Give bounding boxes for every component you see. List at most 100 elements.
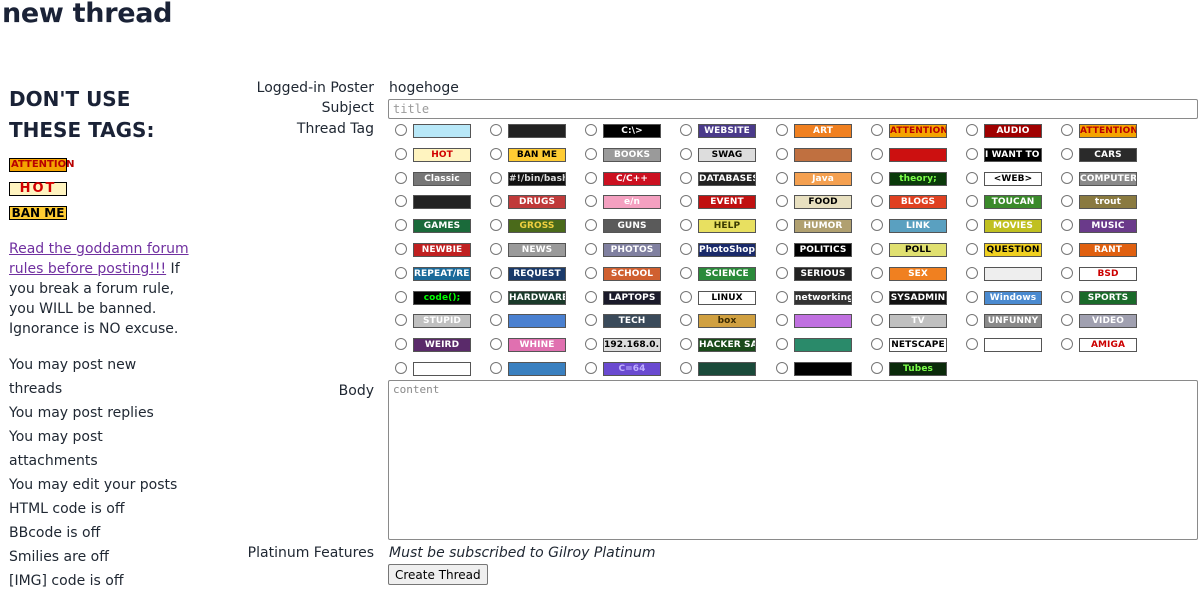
tag-radio[interactable] bbox=[584, 148, 597, 160]
thread-tag-option[interactable]: POLITICS bbox=[775, 242, 871, 258]
thread-tag-option[interactable]: SCIENCE bbox=[679, 266, 775, 282]
tag-radio[interactable] bbox=[489, 267, 502, 279]
thread-tag-option[interactable]: SEX bbox=[870, 266, 966, 282]
thread-tag-option[interactable]: Classic bbox=[394, 171, 490, 187]
thread-tag-option[interactable]: STUPID bbox=[394, 313, 490, 329]
tag-radio[interactable] bbox=[394, 172, 407, 184]
thread-tag-option[interactable] bbox=[775, 361, 871, 377]
tag-radio[interactable] bbox=[1060, 267, 1073, 279]
tag-radio[interactable] bbox=[965, 172, 978, 184]
tag-radio[interactable] bbox=[394, 314, 407, 326]
tag-radio[interactable] bbox=[1060, 291, 1073, 303]
tag-radio[interactable] bbox=[1060, 172, 1073, 184]
thread-tag-option[interactable]: SPORTS bbox=[1060, 290, 1156, 306]
tag-radio[interactable] bbox=[965, 195, 978, 207]
tag-radio[interactable] bbox=[965, 291, 978, 303]
thread-tag-option[interactable]: C=64 bbox=[584, 361, 680, 377]
thread-tag-option[interactable]: HELP bbox=[679, 218, 775, 234]
thread-tag-option[interactable]: REPEAT/REPEAT bbox=[394, 266, 490, 282]
tag-radio[interactable] bbox=[489, 314, 502, 326]
thread-tag-option[interactable]: BAN ME bbox=[489, 147, 585, 163]
thread-tag-option[interactable]: SWAG bbox=[679, 147, 775, 163]
thread-tag-option[interactable] bbox=[489, 123, 585, 139]
thread-tag-option[interactable]: Windows bbox=[965, 290, 1061, 306]
tag-radio[interactable] bbox=[870, 338, 883, 350]
thread-tag-option[interactable]: networking bbox=[775, 290, 871, 306]
thread-tag-option[interactable]: AMIGA bbox=[1060, 337, 1156, 353]
tag-radio[interactable] bbox=[775, 219, 788, 231]
tag-radio[interactable] bbox=[679, 172, 692, 184]
thread-tag-option[interactable] bbox=[394, 123, 490, 139]
tag-radio[interactable] bbox=[965, 148, 978, 160]
thread-tag-option[interactable]: Tubes bbox=[870, 361, 966, 377]
thread-tag-option[interactable] bbox=[965, 337, 1061, 353]
tag-radio[interactable] bbox=[965, 338, 978, 350]
tag-radio[interactable] bbox=[965, 124, 978, 136]
thread-tag-option[interactable]: HACKER SAFE bbox=[679, 337, 775, 353]
tag-radio[interactable] bbox=[584, 124, 597, 136]
thread-tag-option[interactable]: ATTENTION bbox=[1060, 123, 1156, 139]
thread-tag-option[interactable]: COMPUTERS bbox=[1060, 171, 1156, 187]
thread-tag-option[interactable]: NEWBIE bbox=[394, 242, 490, 258]
thread-tag-option[interactable]: ART bbox=[775, 123, 871, 139]
tag-radio[interactable] bbox=[965, 267, 978, 279]
thread-tag-option[interactable]: LINK bbox=[870, 218, 966, 234]
tag-radio[interactable] bbox=[489, 195, 502, 207]
tag-radio[interactable] bbox=[775, 243, 788, 255]
tag-radio[interactable] bbox=[679, 314, 692, 326]
thread-tag-option[interactable]: GAMES bbox=[394, 218, 490, 234]
thread-tag-option[interactable]: HOT bbox=[394, 147, 490, 163]
tag-radio[interactable] bbox=[679, 362, 692, 374]
thread-tag-option[interactable] bbox=[870, 147, 966, 163]
thread-tag-option[interactable] bbox=[965, 266, 1061, 282]
thread-tag-option[interactable]: NEWS bbox=[489, 242, 585, 258]
tag-radio[interactable] bbox=[679, 148, 692, 160]
thread-tag-option[interactable]: AUDIO bbox=[965, 123, 1061, 139]
tag-radio[interactable] bbox=[775, 267, 788, 279]
thread-tag-option[interactable] bbox=[394, 361, 490, 377]
tag-radio[interactable] bbox=[679, 243, 692, 255]
thread-tag-option[interactable]: BLOGS bbox=[870, 194, 966, 210]
thread-tag-option[interactable]: #!/bin/bash bbox=[489, 171, 585, 187]
tag-radio[interactable] bbox=[394, 219, 407, 231]
tag-radio[interactable] bbox=[965, 243, 978, 255]
tag-radio[interactable] bbox=[1060, 195, 1073, 207]
thread-tag-option[interactable]: REQUEST bbox=[489, 266, 585, 282]
thread-tag-option[interactable]: GROSS bbox=[489, 218, 585, 234]
thread-tag-option[interactable] bbox=[775, 147, 871, 163]
thread-tag-option[interactable]: Java bbox=[775, 171, 871, 187]
thread-tag-option[interactable]: NETSCAPE bbox=[870, 337, 966, 353]
thread-tag-option[interactable]: theory; bbox=[870, 171, 966, 187]
thread-tag-option[interactable]: I WANT TO BELIEVE bbox=[965, 147, 1061, 163]
tag-radio[interactable] bbox=[489, 219, 502, 231]
tag-radio[interactable] bbox=[870, 172, 883, 184]
thread-tag-option[interactable]: CARS bbox=[1060, 147, 1156, 163]
create-thread-button[interactable]: Create Thread bbox=[388, 564, 488, 585]
tag-radio[interactable] bbox=[679, 195, 692, 207]
tag-radio[interactable] bbox=[584, 172, 597, 184]
tag-radio[interactable] bbox=[584, 267, 597, 279]
thread-tag-option[interactable]: WEBSITE bbox=[679, 123, 775, 139]
tag-radio[interactable] bbox=[394, 243, 407, 255]
tag-radio[interactable] bbox=[775, 291, 788, 303]
tag-radio[interactable] bbox=[870, 267, 883, 279]
thread-tag-option[interactable]: e/n bbox=[584, 194, 680, 210]
tag-radio[interactable] bbox=[775, 172, 788, 184]
tag-radio[interactable] bbox=[489, 172, 502, 184]
thread-tag-option[interactable]: PhotoShop bbox=[679, 242, 775, 258]
thread-tag-option[interactable] bbox=[489, 361, 585, 377]
thread-tag-option[interactable]: <WEB> bbox=[965, 171, 1061, 187]
tag-radio[interactable] bbox=[394, 148, 407, 160]
tag-radio[interactable] bbox=[679, 291, 692, 303]
tag-radio[interactable] bbox=[584, 362, 597, 374]
tag-radio[interactable] bbox=[489, 291, 502, 303]
tag-radio[interactable] bbox=[1060, 338, 1073, 350]
tag-radio[interactable] bbox=[584, 243, 597, 255]
tag-radio[interactable] bbox=[870, 243, 883, 255]
thread-tag-option[interactable]: trout bbox=[1060, 194, 1156, 210]
thread-tag-option[interactable]: GUNS bbox=[584, 218, 680, 234]
tag-radio[interactable] bbox=[870, 195, 883, 207]
tag-radio[interactable] bbox=[489, 124, 502, 136]
thread-tag-option[interactable]: UNFUNNY bbox=[965, 313, 1061, 329]
thread-tag-option[interactable]: QUESTION bbox=[965, 242, 1061, 258]
